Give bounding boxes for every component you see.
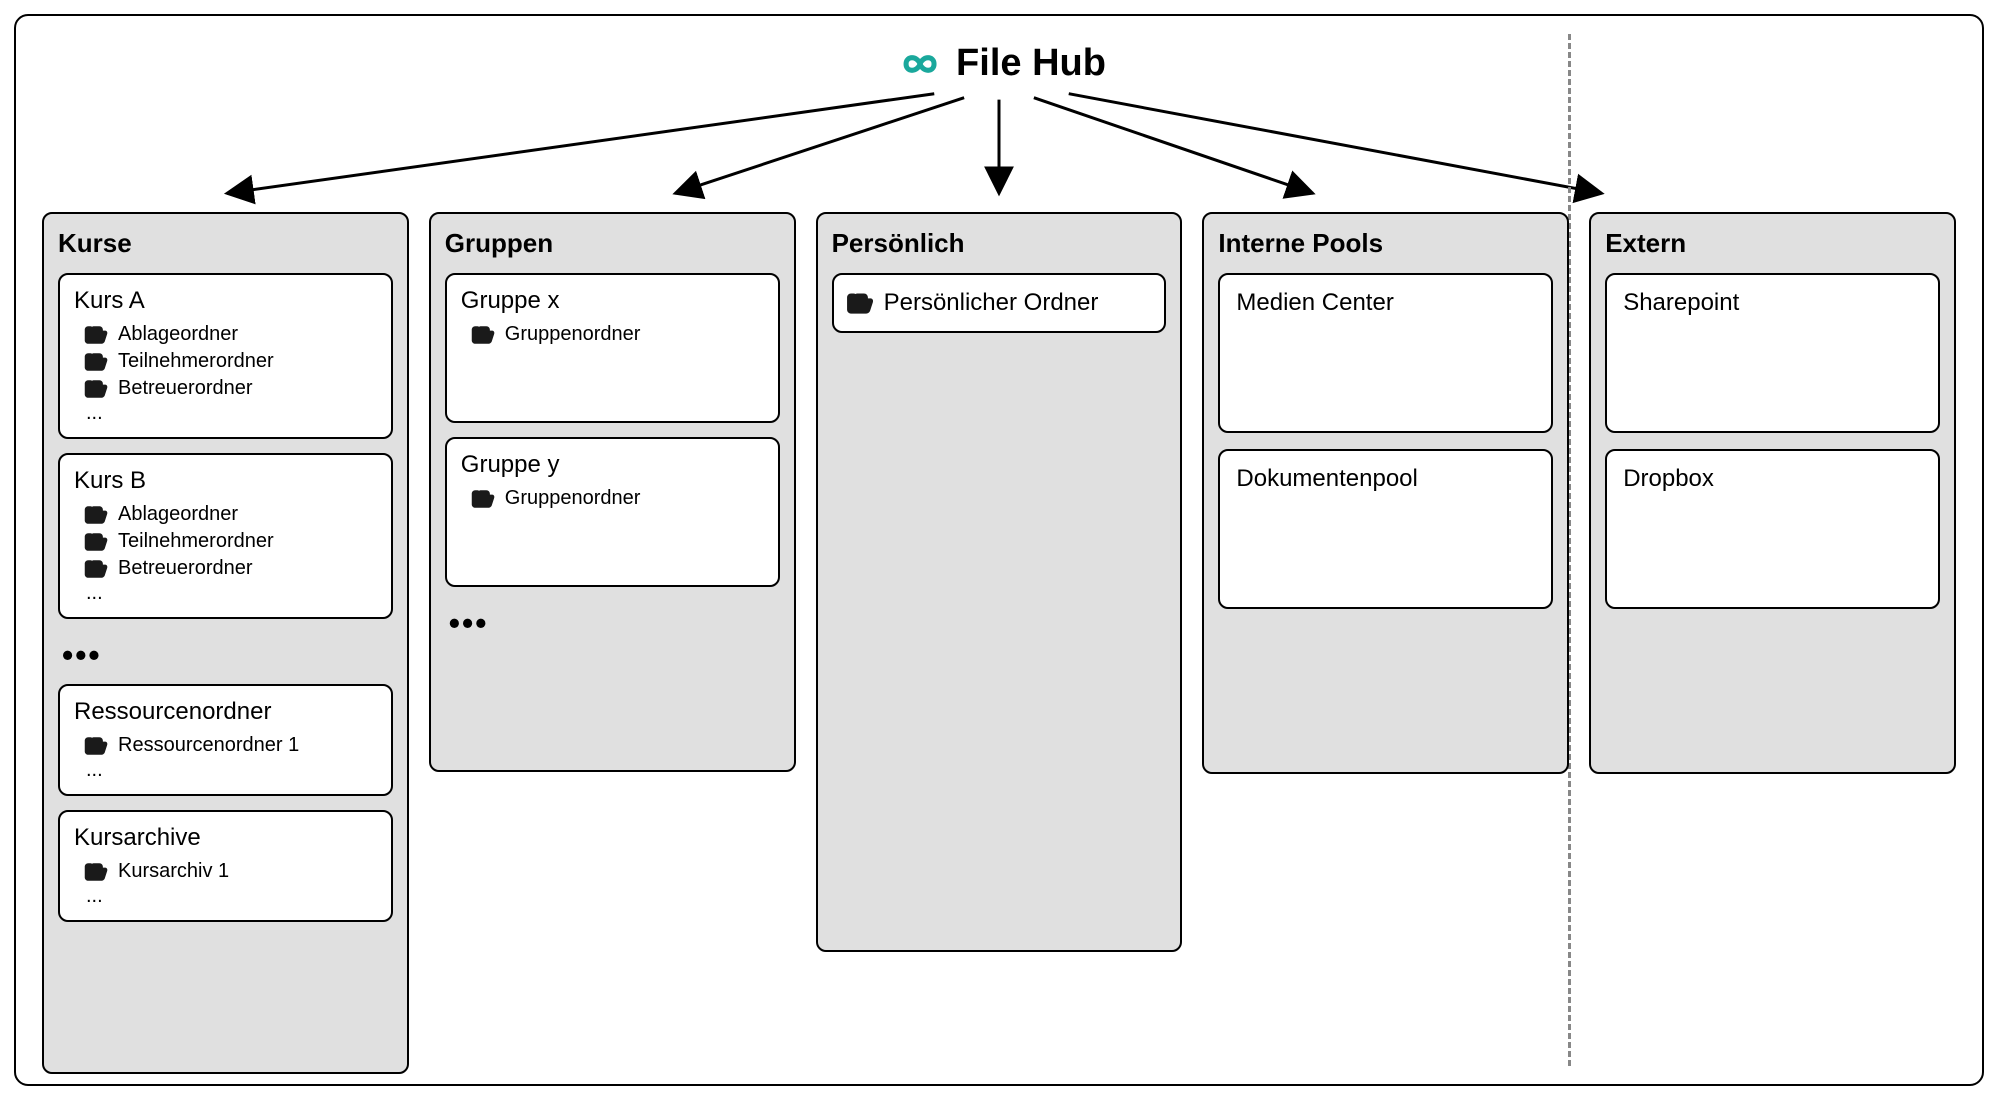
card-sharepoint: Sharepoint [1605, 273, 1940, 433]
folder-row: Teilnehmerordner [74, 348, 377, 375]
folder-open-icon [84, 505, 108, 525]
column-ellipsis: ••• [58, 633, 393, 684]
folder-label: Kursarchiv 1 [118, 860, 229, 883]
card-title: Ressourcenordner [74, 698, 377, 726]
folder-open-icon [84, 862, 108, 882]
folder-label: Teilnehmerordner [118, 530, 274, 553]
card-title: Kurs B [74, 467, 377, 495]
column-title-gruppen: Gruppen [445, 228, 780, 259]
column-persoenlich: Persönlich Persönlicher Ordner [816, 212, 1183, 952]
diagram-frame: File Hub Kurse Kurs A Ablageordner [14, 14, 1984, 1086]
folder-open-icon [471, 489, 495, 509]
folder-row: Gruppenordner [461, 485, 764, 512]
folder-label: Gruppenordner [505, 323, 641, 346]
folder-row: Teilnehmerordner [74, 528, 377, 555]
folder-open-icon [84, 736, 108, 756]
header-title: File Hub [956, 42, 1106, 85]
column-title-persoenlich: Persönlich [832, 228, 1167, 259]
card-gruppe-x: Gruppe x Gruppenordner [445, 273, 780, 423]
card-title: Gruppe y [461, 451, 764, 479]
folder-open-icon [471, 325, 495, 345]
columns-container: Kurse Kurs A Ablageordner Teilnehmerordn… [42, 212, 1956, 1074]
column-title-intern: Interne Pools [1218, 228, 1553, 259]
folder-label: Betreuerordner [118, 377, 253, 400]
card-title: Sharepoint [1623, 289, 1922, 317]
card-dokumentenpool: Dokumentenpool [1218, 449, 1553, 609]
card-dropbox: Dropbox [1605, 449, 1940, 609]
folder-row: Kursarchiv 1 [74, 858, 377, 885]
column-extern: Extern Sharepoint Dropbox [1589, 212, 1956, 774]
card-kurs-b: Kurs B Ablageordner Teilnehmerordner Bet… [58, 453, 393, 619]
folder-label: Persönlicher Ordner [884, 289, 1099, 317]
folder-row: Ablageordner [74, 321, 377, 348]
more-ellipsis: ... [74, 885, 377, 908]
card-title: Kursarchive [74, 824, 377, 852]
card-title: Gruppe x [461, 287, 764, 315]
folder-label: Ressourcenordner 1 [118, 734, 299, 757]
folder-row: Gruppenordner [461, 321, 764, 348]
infinity-icon [892, 44, 948, 84]
folder-open-icon [846, 292, 874, 315]
card-title: Kurs A [74, 287, 377, 315]
column-interne-pools: Interne Pools Medien Center Dokumentenpo… [1202, 212, 1569, 774]
card-medien-center: Medien Center [1218, 273, 1553, 433]
card-gruppe-y: Gruppe y Gruppenordner [445, 437, 780, 587]
card-ressourcen: Ressourcenordner Ressourcenordner 1 ... [58, 684, 393, 796]
column-title-kurse: Kurse [58, 228, 393, 259]
header: File Hub [892, 42, 1106, 85]
folder-row: Ressourcenordner 1 [74, 732, 377, 759]
card-persoenlicher-ordner: Persönlicher Ordner [832, 273, 1167, 333]
folder-open-icon [84, 379, 108, 399]
folder-open-icon [84, 352, 108, 372]
card-title: Dropbox [1623, 465, 1922, 493]
card-title: Medien Center [1236, 289, 1535, 317]
more-ellipsis: ... [74, 402, 377, 425]
column-kurse: Kurse Kurs A Ablageordner Teilnehmerordn… [42, 212, 409, 1074]
column-title-extern: Extern [1605, 228, 1940, 259]
folder-open-icon [84, 325, 108, 345]
card-kurs-a: Kurs A Ablageordner Teilnehmerordner Bet… [58, 273, 393, 439]
folder-open-icon [84, 532, 108, 552]
more-ellipsis: ... [74, 759, 377, 782]
folder-row: Betreuerordner [74, 555, 377, 582]
folder-label: Ablageordner [118, 503, 238, 526]
folder-label: Gruppenordner [505, 487, 641, 510]
folder-row: Betreuerordner [74, 375, 377, 402]
column-ellipsis: ••• [445, 601, 780, 652]
folder-label: Teilnehmerordner [118, 350, 274, 373]
folder-label: Ablageordner [118, 323, 238, 346]
folder-row: Ablageordner [74, 501, 377, 528]
card-kursarchive: Kursarchive Kursarchiv 1 ... [58, 810, 393, 922]
column-gruppen: Gruppen Gruppe x Gruppenordner Gruppe y … [429, 212, 796, 772]
folder-open-icon [84, 559, 108, 579]
card-title: Dokumentenpool [1236, 465, 1535, 493]
folder-label: Betreuerordner [118, 557, 253, 580]
more-ellipsis: ... [74, 582, 377, 605]
